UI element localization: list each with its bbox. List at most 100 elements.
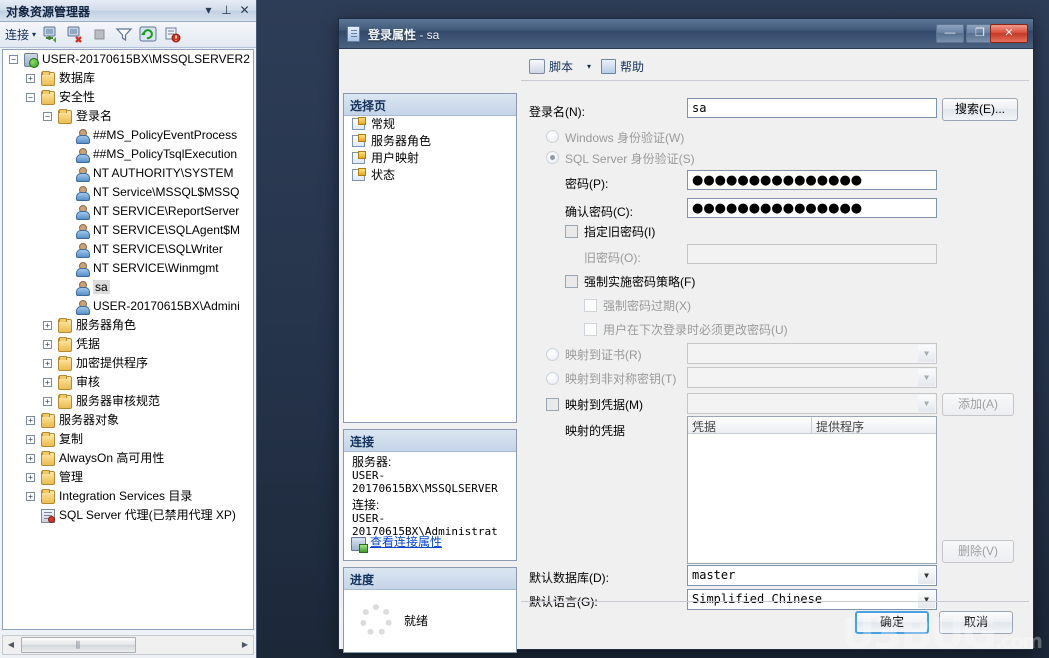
tree-item[interactable]: + 服务器角色 [3,316,253,335]
refresh-icon[interactable] [138,25,160,45]
select-page-item-3[interactable]: 状态 [344,167,516,184]
password-input[interactable]: ●●●●●●●●●●●●●●● [687,170,937,190]
horizontal-scrollbar[interactable]: ◀ ⫼ ▶ [2,635,254,655]
tree-item[interactable]: NT SERVICE\SQLWriter [3,240,253,259]
tree-item[interactable]: − 登录名 [3,107,253,126]
collapse-icon[interactable]: − [9,55,18,64]
enforce-password-expiration-checkbox[interactable] [584,299,597,312]
collapse-icon[interactable]: − [26,93,35,102]
window-dropdown-icon[interactable]: ▾ [201,3,216,18]
script-button[interactable]: 脚本 [529,58,573,75]
tree-item-label: 服务器审核规范 [76,394,161,408]
map-to-credential-checkbox[interactable] [546,398,559,411]
minimize-button[interactable]: — [936,24,964,43]
ok-button[interactable]: 确定 [855,611,929,634]
expand-icon[interactable]: + [26,454,35,463]
tree-item[interactable]: NT SERVICE\ReportServer [3,202,253,221]
chevron-down-icon[interactable]: ▼ [918,369,935,386]
tree-item[interactable]: USER-20170615BX\Admini [3,297,253,316]
tree-item[interactable]: NT Service\MSSQL$MSSQ [3,183,253,202]
sql-auth-label: SQL Server 身份验证(S) [565,152,695,166]
disconnect-object-explorer-icon[interactable] [66,25,88,45]
object-explorer-titlebar: 对象资源管理器 ▾ ⊥ ✕ [0,0,256,22]
tree-item[interactable]: + 加密提供程序 [3,354,253,373]
windows-auth-radio[interactable] [546,130,559,143]
specify-old-password-checkbox[interactable] [565,225,578,238]
script-icon [529,59,545,74]
close-icon[interactable]: ✕ [237,3,252,18]
tree-item[interactable]: + AlwaysOn 高可用性 [3,449,253,468]
remove-credential-button[interactable]: 删除(V) [942,540,1014,563]
expand-icon[interactable]: + [26,473,35,482]
map-to-asymmetric-key-radio[interactable] [546,372,559,385]
connect-object-explorer-icon[interactable] [42,25,64,45]
expand-icon[interactable]: + [26,435,35,444]
confirm-password-input[interactable]: ●●●●●●●●●●●●●●● [687,198,937,218]
connect-button[interactable]: 连接 [5,26,29,43]
select-page-item-1[interactable]: 服务器角色 [344,133,516,150]
expand-icon[interactable]: + [26,416,35,425]
mapped-credentials-table[interactable]: 凭据 提供程序 [687,416,937,564]
chevron-down-icon[interactable]: ▾ [587,62,591,71]
view-connection-properties-link[interactable]: 查看连接属性 [370,533,442,550]
enforce-password-policy-checkbox[interactable] [565,275,578,288]
select-page-list[interactable]: 常规 服务器角色 用户映射 状态 [344,116,516,184]
expand-icon[interactable]: + [43,321,52,330]
select-page-item-0[interactable]: 常规 [344,116,516,133]
filter-icon[interactable] [114,25,136,45]
close-button[interactable]: ✕ [990,24,1028,43]
expand-icon[interactable]: + [26,74,35,83]
tree-item[interactable]: − USER-20170615BX\MSSQLSERVER2 [3,50,253,69]
tree-item[interactable]: + Integration Services 目录 [3,487,253,506]
disabled-badge-icon [83,137,90,144]
tree-item[interactable]: NT AUTHORITY\SYSTEM [3,164,253,183]
pin-icon[interactable]: ⊥ [219,3,234,18]
tree-item[interactable]: + 复制 [3,430,253,449]
tree-item[interactable]: + 数据库 [3,69,253,88]
scroll-left-arrow-icon[interactable]: ◀ [3,636,19,654]
asymmetric-key-combo[interactable]: ▼ [687,367,937,388]
old-password-input[interactable] [687,244,937,264]
tree-item[interactable]: NT SERVICE\Winmgmt [3,259,253,278]
tree-item[interactable]: NT SERVICE\SQLAgent$M [3,221,253,240]
scroll-right-arrow-icon[interactable]: ▶ [237,636,253,654]
tree-item[interactable]: + 管理 [3,468,253,487]
login-name-input[interactable] [687,98,937,118]
tree-item[interactable]: ##MS_PolicyEventProcess [3,126,253,145]
tree-item-label: AlwaysOn 高可用性 [59,451,165,465]
tree-item[interactable]: sa [3,278,253,297]
tree-item[interactable]: + 审核 [3,373,253,392]
cancel-button[interactable]: 取消 [939,611,1013,634]
progress-spinner-icon [360,604,392,636]
expand-icon[interactable]: + [26,492,35,501]
help-button[interactable]: 帮助 [601,58,644,75]
scrollbar-thumb[interactable]: ⫼ [21,637,136,653]
tree-item[interactable]: ##MS_PolicyTsqlExecution [3,145,253,164]
tree-item[interactable]: + 服务器审核规范 [3,392,253,411]
default-database-combo[interactable]: master ▼ [687,565,937,586]
object-explorer-tree[interactable]: − USER-20170615BX\MSSQLSERVER2 + 数据库 − 安全性 − 登录… [2,49,254,630]
expand-icon[interactable]: + [43,378,52,387]
certificate-combo[interactable]: ▼ [687,343,937,364]
expand-icon[interactable]: + [43,397,52,406]
tree-item[interactable]: SQL Server 代理(已禁用代理 XP) [3,506,253,525]
tree-item[interactable]: + 凭据 [3,335,253,354]
tree-item-label: NT AUTHORITY\SYSTEM [93,166,234,180]
expand-icon[interactable]: + [43,359,52,368]
chevron-down-icon[interactable]: ▼ [918,567,935,584]
must-change-password-checkbox[interactable] [584,323,597,336]
credential-combo[interactable]: ▼ [687,393,937,414]
search-button[interactable]: 搜索(E)... [942,98,1018,121]
tree-item[interactable]: + 服务器对象 [3,411,253,430]
add-credential-button[interactable]: 添加(A) [942,393,1014,416]
script-error-icon[interactable] [162,25,184,45]
tree-item[interactable]: − 安全性 [3,88,253,107]
map-to-certificate-radio[interactable] [546,348,559,361]
expand-icon[interactable]: + [43,340,52,349]
select-page-item-2[interactable]: 用户映射 [344,150,516,167]
chevron-down-icon[interactable]: ▾ [32,30,36,39]
sql-auth-radio[interactable] [546,151,559,164]
chevron-down-icon[interactable]: ▼ [918,395,935,412]
collapse-icon[interactable]: − [43,112,52,121]
chevron-down-icon[interactable]: ▼ [918,345,935,362]
